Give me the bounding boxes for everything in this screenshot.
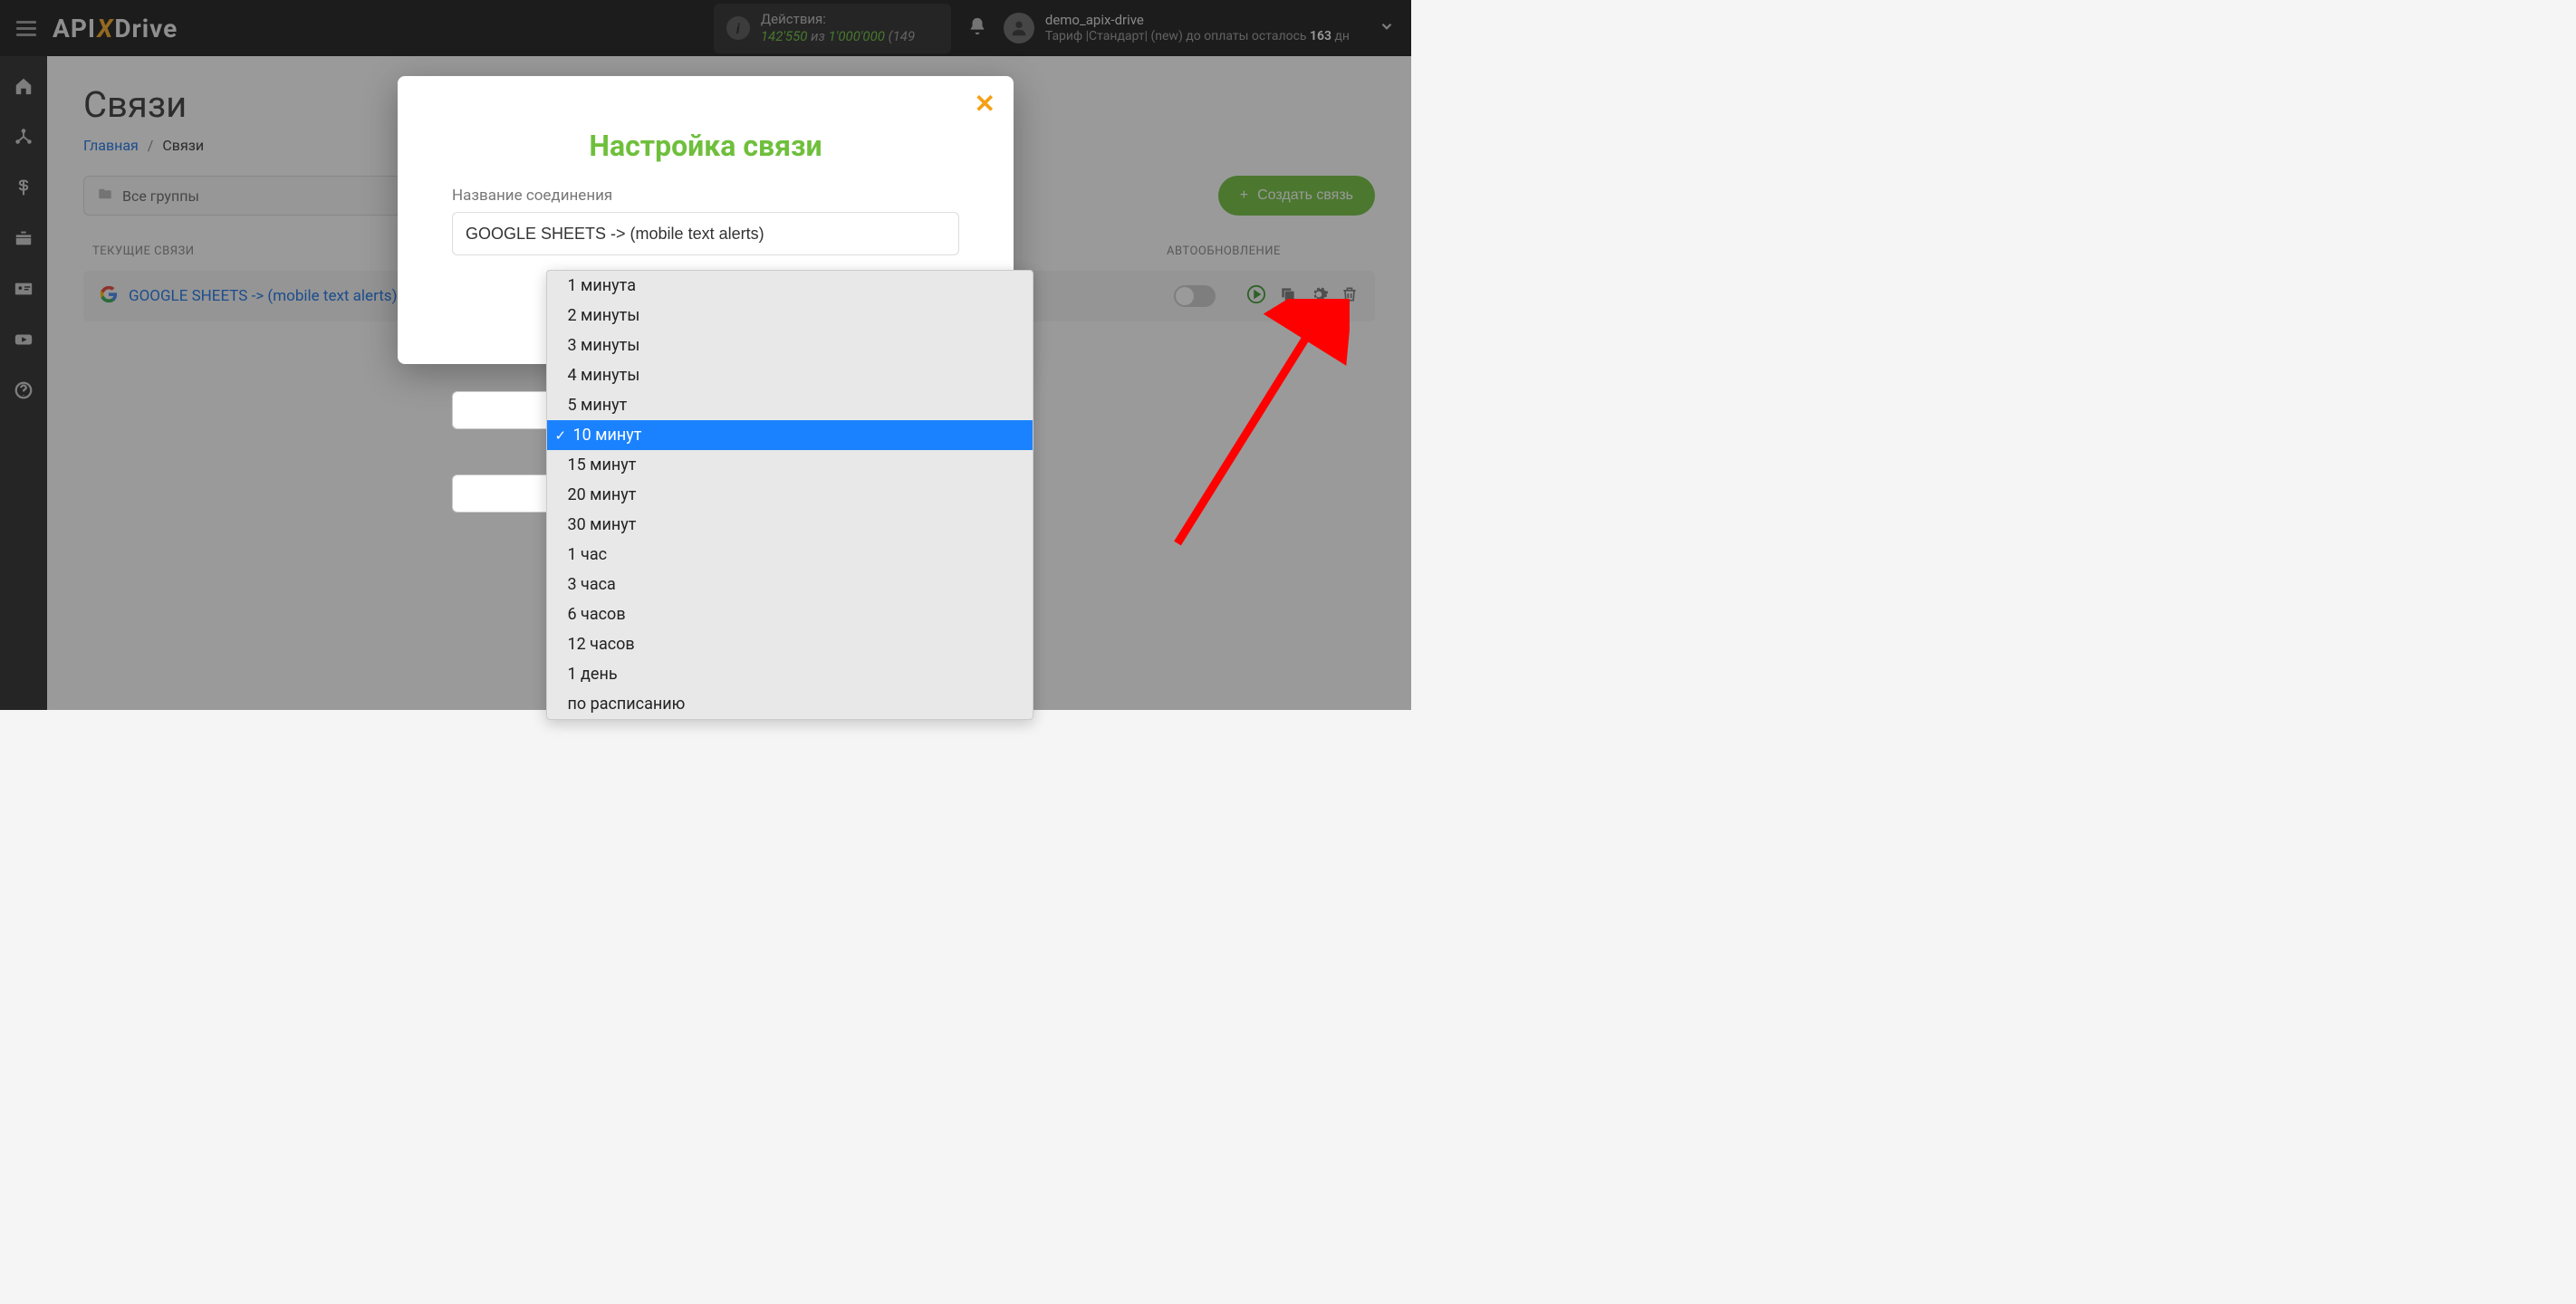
dropdown-item[interactable]: 6 часов xyxy=(547,599,1033,629)
dropdown-item[interactable]: 15 минут xyxy=(547,450,1033,480)
dropdown-item-label: 12 часов xyxy=(567,635,634,654)
dropdown-item[interactable]: 20 минут xyxy=(547,480,1033,510)
dropdown-item-label: 1 день xyxy=(567,665,617,684)
dropdown-item[interactable]: 3 часа xyxy=(547,570,1033,599)
dropdown-item-label: 3 часа xyxy=(567,575,615,594)
dropdown-item-label: по расписанию xyxy=(567,695,685,714)
field-label: Название соединения xyxy=(452,187,959,205)
check-icon: ✓ xyxy=(554,427,571,444)
dropdown-item-label: 1 минута xyxy=(567,276,636,295)
dropdown-item[interactable]: по расписанию xyxy=(547,689,1033,719)
dropdown-item[interactable]: 12 часов xyxy=(547,629,1033,659)
dropdown-item-label: 15 минут xyxy=(567,455,636,475)
dropdown-item[interactable]: 1 минута xyxy=(547,271,1033,301)
dropdown-item[interactable]: ✓10 минут xyxy=(547,420,1033,450)
dropdown-item-label: 10 минут xyxy=(572,426,641,445)
dropdown-item-label: 20 минут xyxy=(567,485,636,504)
dropdown-item[interactable]: 2 минуты xyxy=(547,301,1033,331)
dropdown-item-label: 6 часов xyxy=(567,605,625,624)
dropdown-item[interactable]: 5 минут xyxy=(547,390,1033,420)
dropdown-item-label: 30 минут xyxy=(567,515,636,534)
dropdown-item[interactable]: 4 минуты xyxy=(547,360,1033,390)
interval-dropdown: 1 минута 2 минуты 3 минуты 4 минуты 5 минут ✓… xyxy=(546,270,1033,720)
dropdown-item-label: 4 минуты xyxy=(567,366,639,385)
dropdown-item-label: 2 минуты xyxy=(567,306,639,325)
dropdown-item[interactable]: 1 час xyxy=(547,540,1033,570)
dropdown-item[interactable]: 1 день xyxy=(547,659,1033,689)
modal-title: Настройка связи xyxy=(452,129,959,163)
dropdown-item-label: 3 минуты xyxy=(567,336,639,355)
close-icon[interactable]: ✕ xyxy=(975,89,995,119)
connection-name-input[interactable] xyxy=(452,212,959,255)
dropdown-item[interactable]: 30 минут xyxy=(547,510,1033,540)
dropdown-item[interactable]: 3 минуты xyxy=(547,331,1033,360)
dropdown-item-label: 5 минут xyxy=(567,396,627,415)
dropdown-item-label: 1 час xyxy=(567,545,607,564)
